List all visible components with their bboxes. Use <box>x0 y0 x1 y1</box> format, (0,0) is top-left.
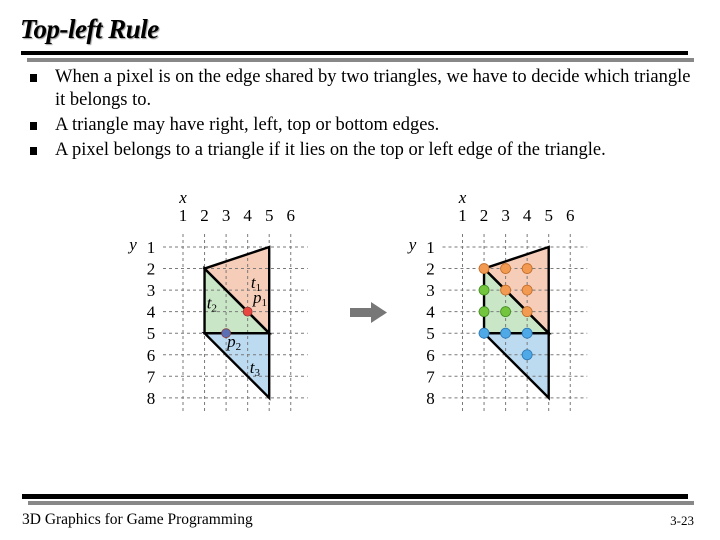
pixel-dot-t1 <box>521 263 533 274</box>
x-tick-label: 4 <box>523 206 532 225</box>
y-tick-label: 6 <box>147 346 156 365</box>
footer-rule-black <box>22 494 688 499</box>
y-tick-label: 3 <box>147 281 156 300</box>
y-tick-label: 2 <box>147 260 156 279</box>
y-tick-label: 5 <box>426 324 435 343</box>
pixel-dot-t1 <box>521 306 533 318</box>
x-tick-label: 1 <box>179 206 188 225</box>
right-panel-pixel-ownership: 1 2 3 4 5 612345678xy <box>407 188 588 412</box>
pixel-dot-t2 <box>500 306 512 318</box>
arrow-head <box>371 302 387 323</box>
x-tick-label: 3 <box>501 206 510 225</box>
y-tick-label: 7 <box>147 367 156 386</box>
x-tick-label: 5 <box>265 206 274 225</box>
x-tick-label: 1 <box>458 206 467 225</box>
arrow-right-icon <box>350 302 387 323</box>
footer-page-number: 3-23 <box>670 513 694 528</box>
y-tick-label: 2 <box>426 260 435 279</box>
x-tick-label: 6 <box>566 206 575 225</box>
footer-rule-gray <box>28 501 694 505</box>
footer-course-title: 3D Graphics for Game Programming <box>22 511 253 528</box>
pixel-dot-t1 <box>521 284 533 296</box>
y-tick-label: 1 <box>426 238 435 257</box>
x-axis-label: x <box>458 188 467 207</box>
pixel-dot-t2 <box>478 284 490 296</box>
pixel-dot-t2 <box>478 306 490 318</box>
pixel-dot-t1 <box>478 263 490 274</box>
point-p1 <box>242 306 253 317</box>
y-tick-label: 1 <box>147 238 156 257</box>
left-panel-shared-edge-pixels: 1 2 3 4 5 612345678xyt1t2t3p1p2 <box>127 188 308 412</box>
pixel-dot-t3 <box>478 327 490 339</box>
x-tick-label: 3 <box>222 206 231 225</box>
y-tick-label: 6 <box>426 346 435 365</box>
y-tick-label: 4 <box>147 303 156 322</box>
x-tick-label: 5 <box>544 206 553 225</box>
pixel-dot-t3 <box>521 349 533 361</box>
x-axis-label: x <box>178 188 187 207</box>
y-tick-label: 7 <box>426 367 435 386</box>
y-axis-label: y <box>127 235 137 254</box>
top-left-rule-figure: 1 2 3 4 5 612345678xyt1t2t3p1p2 1 2 3 4 5 61234567… <box>127 188 588 412</box>
x-tick-label: 6 <box>287 206 296 225</box>
y-tick-label: 3 <box>426 281 435 300</box>
pixel-dot-t3 <box>500 327 512 339</box>
pixel-dot-t3 <box>521 327 533 339</box>
x-tick-label: 4 <box>243 206 252 225</box>
y-axis-label: y <box>407 235 417 254</box>
x-tick-label: 2 <box>480 206 489 225</box>
y-tick-label: 5 <box>147 324 156 343</box>
y-tick-label: 8 <box>147 389 156 408</box>
x-tick-label: 2 <box>200 206 209 225</box>
y-tick-label: 8 <box>426 389 435 408</box>
pixel-dot-t1 <box>500 263 512 274</box>
arrow-shaft <box>350 308 372 317</box>
y-tick-label: 4 <box>426 303 435 322</box>
pixel-dot-t1 <box>500 284 512 296</box>
